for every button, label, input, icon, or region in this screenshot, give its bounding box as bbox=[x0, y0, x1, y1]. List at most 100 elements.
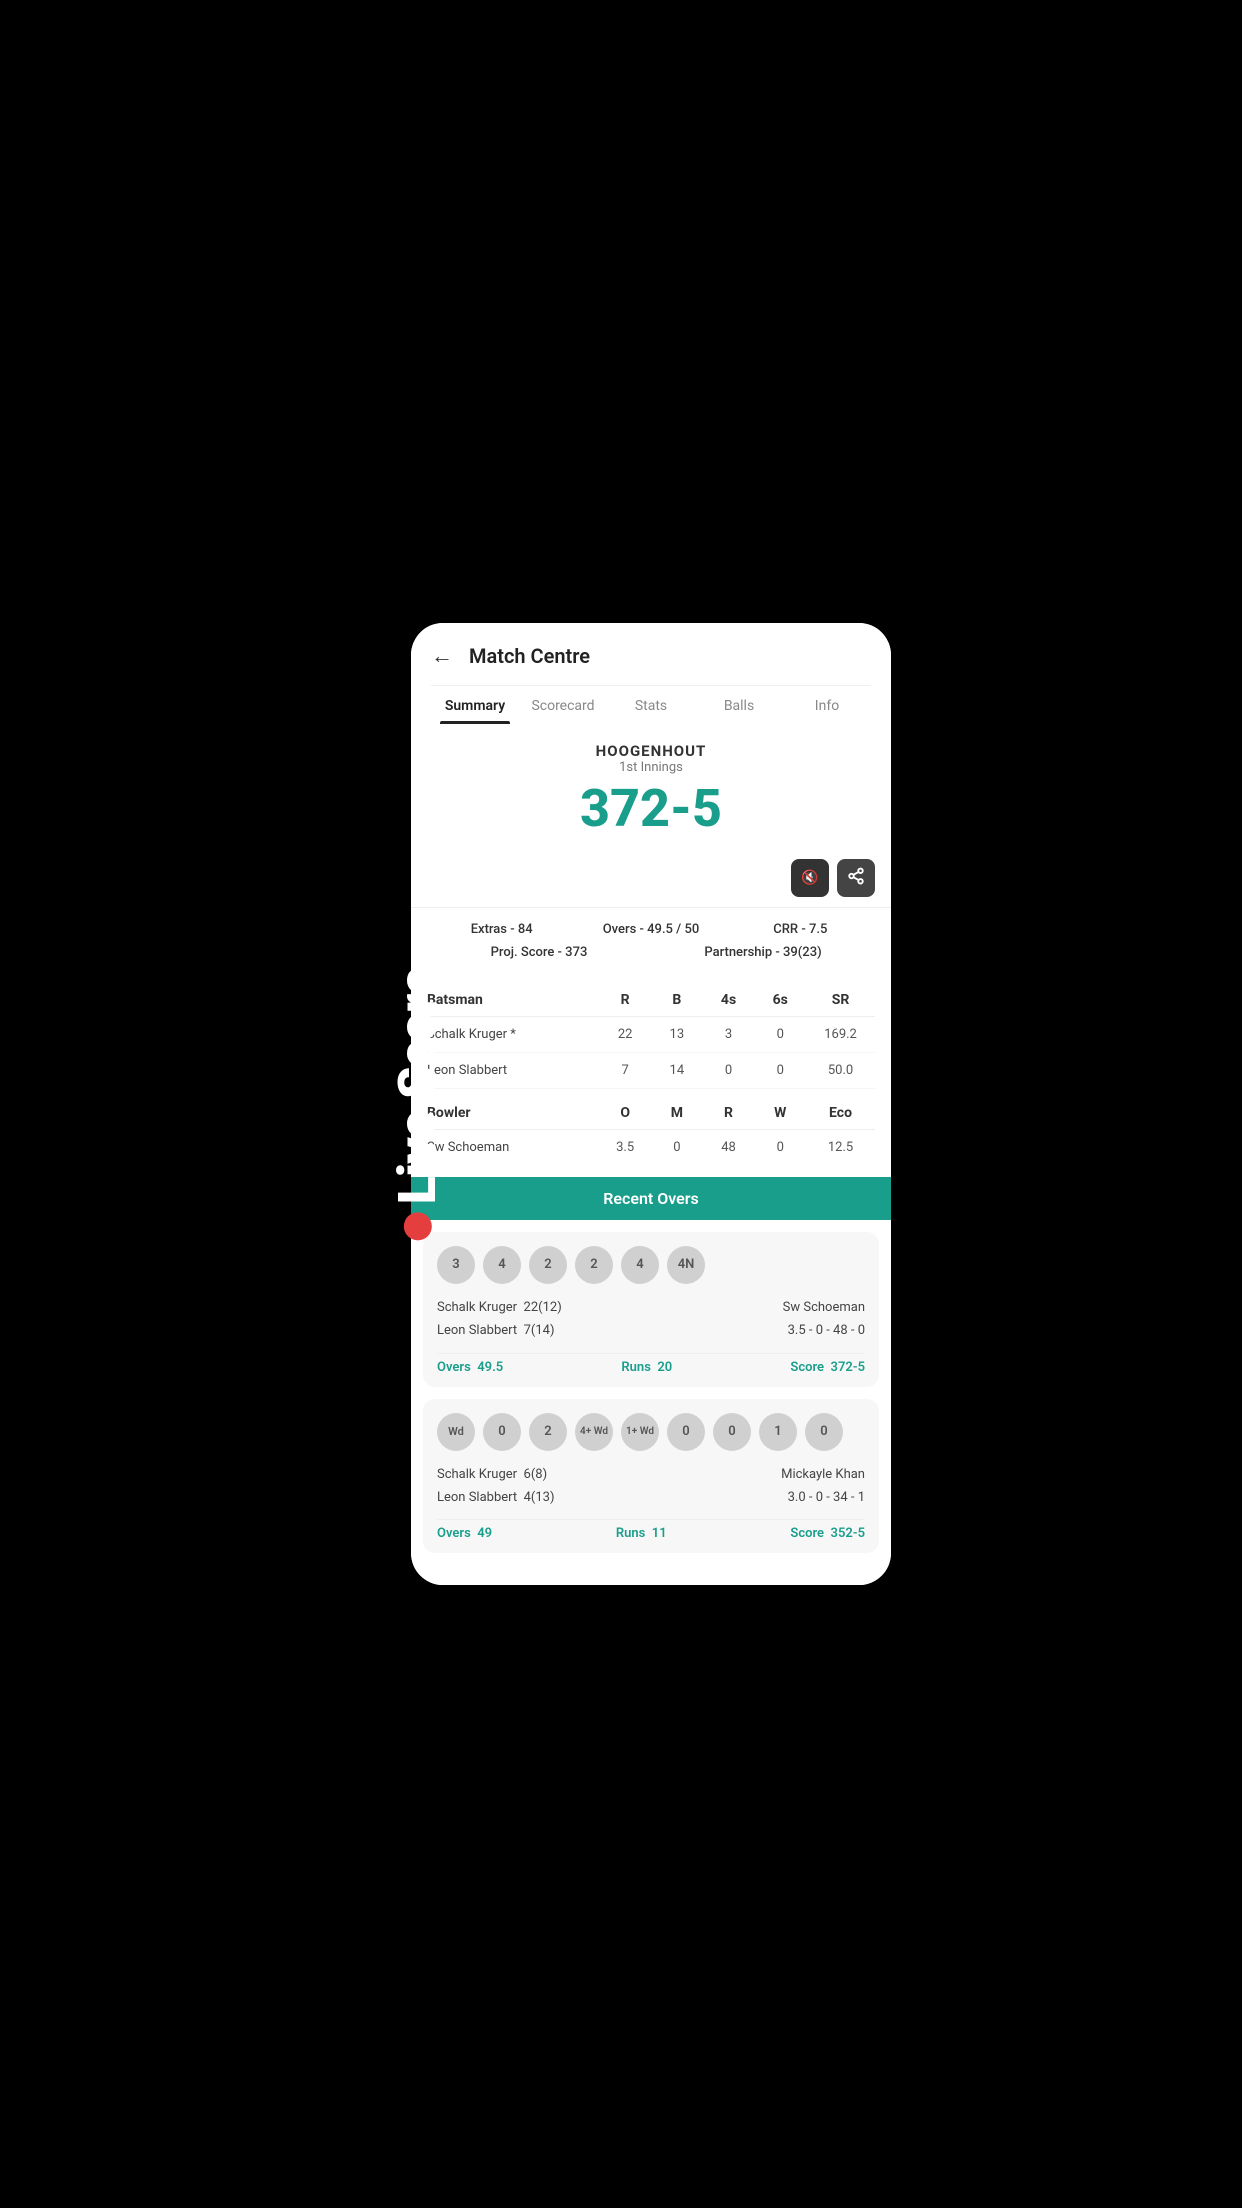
share-button[interactable] bbox=[837, 859, 875, 897]
back-button[interactable]: ← bbox=[431, 643, 453, 669]
col-eco: Eco bbox=[806, 1105, 875, 1121]
extras-label: Extras - 84 bbox=[427, 922, 576, 937]
batting-row-2: Leon Slabbert 7 14 0 0 50.0 bbox=[427, 1053, 875, 1089]
recent-overs-header: Recent Overs bbox=[411, 1177, 891, 1220]
over-details-1: Schalk Kruger 22(12) Leon Slabbert 7(14)… bbox=[437, 1296, 865, 1343]
batsman-2-4s: 0 bbox=[703, 1063, 755, 1078]
tab-info[interactable]: Info bbox=[783, 686, 871, 724]
batsman-1-r: 22 bbox=[599, 1027, 651, 1042]
info-row-1: Extras - 84 Overs - 49.5 / 50 CRR - 7.5 bbox=[427, 918, 875, 941]
batsman-2-b: 14 bbox=[651, 1063, 703, 1078]
ball-2-9: 0 bbox=[805, 1413, 843, 1451]
score-1: Score 372-5 bbox=[790, 1360, 865, 1375]
ball-2-1: Wd bbox=[437, 1413, 475, 1451]
col-m: M bbox=[651, 1105, 703, 1121]
ball-2-7: 0 bbox=[713, 1413, 751, 1451]
ball-2-3: 2 bbox=[529, 1413, 567, 1451]
share-icon bbox=[847, 867, 865, 889]
batting-table: Batsman R B 4s 6s SR Schalk Kruger * 22 … bbox=[411, 984, 891, 1089]
over-summary-1: Overs 49.5 Runs 20 Score 372-5 bbox=[437, 1360, 865, 1375]
batsman-2-6s: 0 bbox=[754, 1063, 806, 1078]
ball-2-6: 0 bbox=[667, 1413, 705, 1451]
batsman-1-name: Schalk Kruger * bbox=[427, 1027, 599, 1042]
col-sr: SR bbox=[806, 992, 875, 1008]
side-label-text: Live Score bbox=[387, 968, 448, 1205]
col-4s: 4s bbox=[703, 992, 755, 1008]
phone-card: ← Match Centre Summary Scorecard Stats B… bbox=[411, 623, 891, 1586]
bowler-1-eco: 12.5 bbox=[806, 1140, 875, 1155]
col-b: B bbox=[651, 992, 703, 1008]
ball-1-1: 3 bbox=[437, 1246, 475, 1284]
over-balls-2: Wd 0 2 4+ Wd 1+ Wd 0 0 1 0 bbox=[437, 1413, 865, 1451]
side-label: Live Score bbox=[387, 968, 448, 1241]
batsman-1-b: 13 bbox=[651, 1027, 703, 1042]
score-big: 372-5 bbox=[431, 783, 871, 835]
col-6s: 6s bbox=[754, 992, 806, 1008]
bowler-1-w: 0 bbox=[754, 1140, 806, 1155]
col-bowler: Bowler bbox=[427, 1105, 599, 1121]
bowler-name-1: Sw Schoeman bbox=[783, 1296, 865, 1319]
ball-2-2: 0 bbox=[483, 1413, 521, 1451]
score-2: Score 352-5 bbox=[790, 1526, 865, 1541]
ball-2-4: 4+ Wd bbox=[575, 1413, 613, 1451]
over-num-1: Overs 49.5 bbox=[437, 1360, 503, 1375]
over-card-2: Wd 0 2 4+ Wd 1+ Wd 0 0 1 0 Schalk Kruger… bbox=[423, 1399, 879, 1554]
bowler-stats-2: 3.0 - 0 - 34 - 1 bbox=[781, 1486, 865, 1509]
bottom-space bbox=[411, 1565, 891, 1585]
outer-wrapper: Live Score ← Match Centre Summary Scorec… bbox=[341, 604, 901, 1604]
tab-balls[interactable]: Balls bbox=[695, 686, 783, 724]
over-num-2: Overs 49 bbox=[437, 1526, 492, 1541]
batsman-1-4s: 3 bbox=[703, 1027, 755, 1042]
batsman-b-2: Leon Slabbert 4(13) bbox=[437, 1486, 555, 1509]
tab-stats[interactable]: Stats bbox=[607, 686, 695, 724]
col-r: R bbox=[599, 992, 651, 1008]
over-details-2: Schalk Kruger 6(8) Leon Slabbert 4(13) M… bbox=[437, 1463, 865, 1510]
batting-row-1: Schalk Kruger * 22 13 3 0 169.2 bbox=[427, 1017, 875, 1053]
bowler-1-o: 3.5 bbox=[599, 1140, 651, 1155]
bowler-1-name: Sw Schoeman bbox=[427, 1140, 599, 1155]
proj-score-label: Proj. Score - 373 bbox=[427, 945, 651, 960]
match-info: Extras - 84 Overs - 49.5 / 50 CRR - 7.5 … bbox=[411, 907, 891, 974]
mute-icon: 🔇 bbox=[801, 870, 818, 886]
bowler-name-2: Mickayle Khan bbox=[781, 1463, 865, 1486]
over-card-1: 3 4 2 2 4 4N Schalk Kruger 22(12) Leon S… bbox=[423, 1232, 879, 1387]
over-summary-2: Overs 49 Runs 11 Score 352-5 bbox=[437, 1526, 865, 1541]
batsman-1-6s: 0 bbox=[754, 1027, 806, 1042]
crr-label: CRR - 7.5 bbox=[726, 922, 875, 937]
col-batsman: Batsman bbox=[427, 992, 599, 1008]
batsman-2-r: 7 bbox=[599, 1063, 651, 1078]
bowler-info-1: Sw Schoeman 3.5 - 0 - 48 - 0 bbox=[783, 1296, 865, 1343]
bowling-table: Bowler O M R W Eco Sw Schoeman 3.5 0 48 … bbox=[411, 1097, 891, 1165]
bowler-1-m: 0 bbox=[651, 1140, 703, 1155]
col-r-bowl: R bbox=[703, 1105, 755, 1121]
info-row-2: Proj. Score - 373 Partnership - 39(23) bbox=[427, 941, 875, 964]
runs-2: Runs 11 bbox=[616, 1526, 667, 1541]
ball-2-8: 1 bbox=[759, 1413, 797, 1451]
overs-label: Overs - 49.5 / 50 bbox=[576, 922, 725, 937]
mute-button[interactable]: 🔇 bbox=[791, 859, 829, 897]
score-section: HOOGENHOUT 1st Innings 372-5 bbox=[411, 724, 891, 859]
bowler-1-r: 48 bbox=[703, 1140, 755, 1155]
ball-1-5: 4 bbox=[621, 1246, 659, 1284]
batting-header: Batsman R B 4s 6s SR bbox=[427, 984, 875, 1017]
batsman-a-2: Schalk Kruger 6(8) bbox=[437, 1463, 555, 1486]
ball-1-2: 4 bbox=[483, 1246, 521, 1284]
bowling-header: Bowler O M R W Eco bbox=[427, 1097, 875, 1130]
ball-1-4: 2 bbox=[575, 1246, 613, 1284]
live-dot bbox=[403, 1212, 431, 1240]
team-name: HOOGENHOUT bbox=[431, 742, 871, 760]
batsmen-info-2: Schalk Kruger 6(8) Leon Slabbert 4(13) bbox=[437, 1463, 555, 1510]
over-balls-1: 3 4 2 2 4 4N bbox=[437, 1246, 865, 1284]
page-title: Match Centre bbox=[469, 644, 590, 668]
action-icons: 🔇 bbox=[411, 859, 891, 907]
bowler-stats-1: 3.5 - 0 - 48 - 0 bbox=[783, 1319, 865, 1342]
batsman-2-name: Leon Slabbert bbox=[427, 1063, 599, 1078]
header: ← Match Centre Summary Scorecard Stats B… bbox=[411, 623, 891, 724]
ball-1-6: 4N bbox=[667, 1246, 705, 1284]
col-w: W bbox=[754, 1105, 806, 1121]
tab-scorecard[interactable]: Scorecard bbox=[519, 686, 607, 724]
tab-summary[interactable]: Summary bbox=[431, 686, 519, 724]
recent-overs-title: Recent Overs bbox=[603, 1189, 699, 1208]
bowling-row-1: Sw Schoeman 3.5 0 48 0 12.5 bbox=[427, 1130, 875, 1165]
innings-label: 1st Innings bbox=[431, 760, 871, 775]
